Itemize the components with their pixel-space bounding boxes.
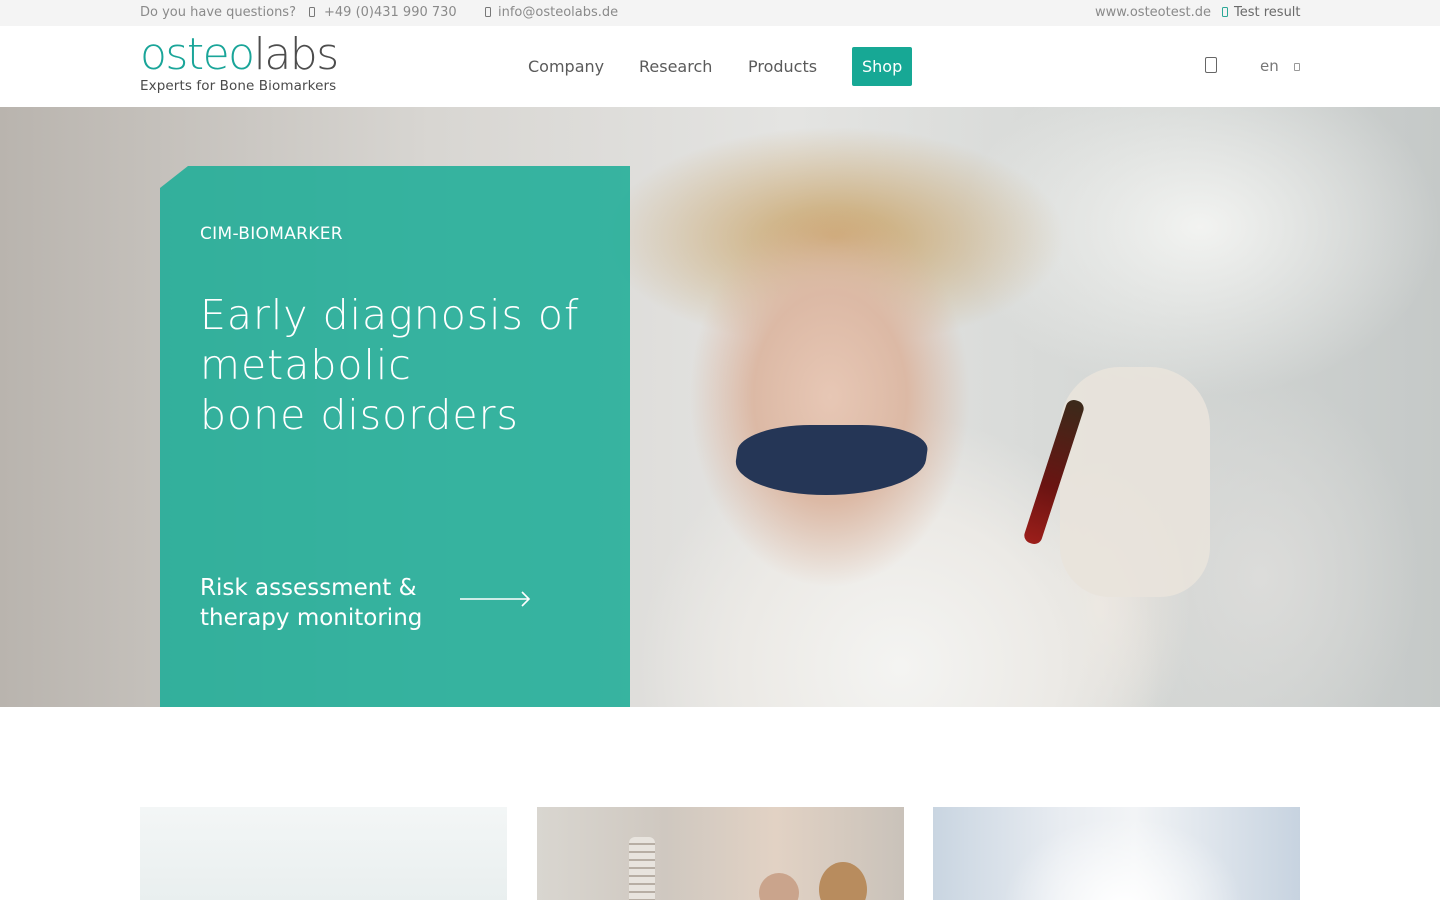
test-result-label: Test result <box>1234 5 1301 20</box>
logo-part-osteo: osteo <box>140 29 255 80</box>
logo-wordmark: osteolabs <box>140 29 340 80</box>
nav-company[interactable]: Company <box>528 47 604 86</box>
teaser-card-image[interactable] <box>140 807 507 900</box>
hero-title-line: metabolic <box>200 341 412 389</box>
logo-part-labs: labs <box>253 29 340 80</box>
phone-link[interactable]: +49 (0)431 990 730 <box>309 6 457 20</box>
chevron-down-icon[interactable] <box>1294 63 1300 71</box>
hero-photo-glove <box>1060 367 1210 597</box>
spine-model-image <box>629 837 655 900</box>
nav-products[interactable]: Products <box>748 47 817 86</box>
hero-cta-link[interactable]: Risk assessment & therapy monitoring <box>200 573 422 633</box>
logo-tagline: Experts for Bone Biomarkers <box>140 78 337 94</box>
questions-text: Do you have questions? <box>140 5 296 20</box>
arrow-right-icon[interactable] <box>460 589 532 609</box>
phone-icon <box>309 7 315 17</box>
top-bar: Do you have questions? +49 (0)431 990 73… <box>0 0 1440 26</box>
email-link[interactable]: info@osteolabs.de <box>485 6 618 20</box>
language-selector[interactable]: en <box>1260 57 1279 75</box>
teaser-card-image[interactable] <box>933 807 1300 900</box>
nav-shop-button[interactable]: Shop <box>852 47 913 86</box>
main-header: osteolabs Experts for Bone Biomarkers Co… <box>0 26 1440 107</box>
lock-icon <box>1222 7 1228 17</box>
hero-banner: CIM-BIOMARKER Early diagnosis of metabol… <box>0 107 1440 707</box>
hero-title-line: bone disorders <box>200 391 519 439</box>
hero-title: Early diagnosis of metabolic bone disord… <box>200 290 600 440</box>
lab-coat-image <box>933 807 1300 900</box>
teaser-card-image[interactable] <box>537 807 904 900</box>
test-result-link[interactable]: Test result <box>1222 6 1301 20</box>
phone-number: +49 (0)431 990 730 <box>324 5 457 20</box>
hero-cta-line: Risk assessment & <box>200 575 417 601</box>
person-head-image <box>819 862 867 900</box>
search-icon[interactable] <box>1205 57 1217 73</box>
hero-cta-line: therapy monitoring <box>200 605 423 631</box>
hero-eyebrow: CIM-BIOMARKER <box>200 224 343 244</box>
email-address: info@osteolabs.de <box>498 5 619 20</box>
mail-icon <box>485 7 491 17</box>
logo[interactable]: osteolabs Experts for Bone Biomarkers <box>140 30 350 96</box>
osteotest-link[interactable]: www.osteotest.de <box>1095 6 1211 20</box>
hero-title-line: Early diagnosis of <box>200 291 580 339</box>
nav-research[interactable]: Research <box>639 47 712 86</box>
person-head-image <box>759 873 799 900</box>
hero-photo-collar <box>731 425 931 495</box>
